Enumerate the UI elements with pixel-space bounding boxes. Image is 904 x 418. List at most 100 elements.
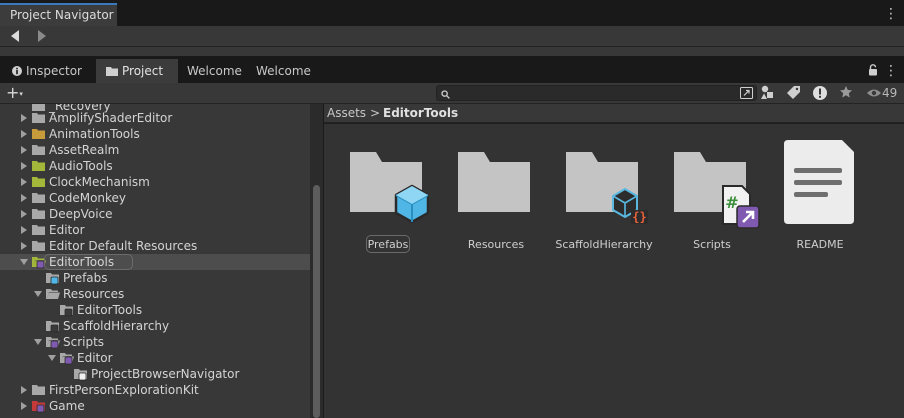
create-asset-button[interactable]: +▾ — [6, 84, 24, 102]
window-menu-icon[interactable]: ⋮ — [884, 6, 898, 22]
tree-item[interactable]: Game — [0, 398, 310, 414]
navigator-strip — [0, 47, 904, 57]
hidden-packages-eye-icon[interactable] — [866, 85, 882, 101]
tab-project[interactable]: Project — [96, 59, 178, 83]
folder-icon — [74, 369, 87, 381]
folder-icon — [32, 401, 45, 413]
project-toolbar: +▾ 49 — [0, 83, 904, 104]
search-field[interactable] — [436, 85, 757, 101]
collapsed-arrow-icon[interactable] — [20, 114, 28, 122]
filter-by-label-icon[interactable] — [786, 85, 804, 101]
collapsed-arrow-icon[interactable] — [20, 226, 28, 234]
tab-welcome-2[interactable]: Welcome — [256, 59, 320, 83]
asset-name: Resources — [467, 238, 525, 251]
hidden-packages-count: 49 — [882, 86, 898, 100]
tree-item-label: Resources — [63, 287, 125, 301]
tree-item-label: ProjectBrowserNavigator — [91, 367, 240, 381]
tree-item-label: AmplifyShaderEditor — [49, 111, 173, 125]
tree-item[interactable]: AssetRealm — [0, 142, 310, 158]
asset-grid: Prefabs Resources {} ScaffoldHierarchy # — [324, 124, 904, 418]
tree-item[interactable]: AnimationTools — [0, 126, 310, 142]
collapsed-arrow-icon[interactable] — [20, 162, 28, 170]
folder-icon — [60, 305, 73, 317]
filter-by-type-icon[interactable] — [760, 85, 778, 101]
top-tab-bar: Project Navigator ⋮ — [0, 0, 904, 26]
info-icon — [12, 65, 22, 79]
tree-scrollbar-thumb[interactable] — [313, 185, 320, 418]
folder-icon — [458, 152, 530, 212]
folder-icon — [46, 321, 59, 333]
asset-prefabs[interactable]: Prefabs — [338, 130, 438, 253]
tree-item-label: Prefabs — [63, 271, 108, 285]
tree-item-label: Editor Default Resources — [49, 239, 198, 253]
tree-item[interactable]: ScaffoldHierarchy — [0, 318, 310, 334]
folder-open-icon — [46, 337, 60, 349]
collapsed-arrow-icon[interactable] — [20, 130, 28, 138]
collapsed-arrow-icon[interactable] — [20, 194, 28, 202]
tree-item-label: FirstPersonExplorationKit — [49, 383, 199, 397]
collapsed-arrow-icon[interactable] — [20, 386, 28, 394]
tree-item[interactable]: CodeMonkey — [0, 190, 310, 206]
expanded-arrow-icon[interactable] — [34, 290, 42, 298]
lock-icon[interactable] — [868, 64, 878, 76]
tree-item[interactable]: Editor — [0, 350, 310, 366]
folder-icon — [32, 161, 45, 171]
collapsed-arrow-icon[interactable] — [20, 146, 28, 154]
tree-item[interactable]: Editor — [0, 222, 310, 238]
tree-item[interactable]: EditorTools — [0, 302, 310, 318]
tree-item-label: DeepVoice — [49, 207, 113, 221]
tree-item[interactable]: ProjectBrowserNavigator — [0, 366, 310, 382]
forward-arrow-icon[interactable] — [36, 29, 50, 43]
tree-item[interactable]: Editor Default Resources — [0, 238, 310, 254]
folder-icon — [32, 385, 45, 395]
breadcrumb-current[interactable]: EditorTools — [383, 106, 458, 120]
folder-icon — [46, 273, 59, 285]
expanded-arrow-icon[interactable] — [20, 258, 28, 266]
project-window-tabs: Inspector Project Welcome Welcome ⋮ — [0, 57, 904, 83]
breadcrumb-separator: > — [370, 106, 381, 120]
folder-open-icon — [46, 289, 60, 299]
search-picker-icon[interactable] — [740, 87, 753, 102]
expanded-arrow-icon[interactable] — [48, 354, 56, 362]
tab-welcome-2-label: Welcome — [256, 64, 311, 78]
asset-scaffoldhierarchy[interactable]: {} ScaffoldHierarchy — [554, 130, 654, 251]
cube-braces-icon: {} — [612, 188, 648, 224]
collapsed-arrow-icon[interactable] — [20, 402, 28, 410]
folder-icon — [32, 241, 45, 251]
folder-icon — [32, 129, 45, 139]
tree-item[interactable]: ClockMechanism — [0, 174, 310, 190]
tree-item[interactable]: DeepVoice — [0, 206, 310, 222]
back-arrow-icon[interactable] — [9, 29, 23, 43]
tab-inspector[interactable]: Inspector — [6, 59, 90, 83]
breadcrumb-assets[interactable]: Assets — [327, 106, 366, 120]
warning-filter-icon[interactable] — [812, 85, 830, 101]
asset-resources[interactable]: Resources — [446, 130, 546, 251]
project-window-menu-icon[interactable]: ⋮ — [884, 63, 898, 79]
asset-name: README — [796, 238, 844, 251]
collapsed-arrow-icon[interactable] — [20, 242, 28, 250]
tab-welcome-1[interactable]: Welcome — [187, 59, 251, 83]
document-lines-icon — [784, 140, 854, 224]
tree-item-label: AnimationTools — [49, 127, 140, 141]
tab-project-label: Project — [122, 64, 164, 78]
asset-readme[interactable]: README — [770, 130, 870, 251]
asset-scripts[interactable]: # Scripts — [662, 130, 762, 251]
search-icon — [441, 88, 450, 102]
favorites-star-icon[interactable] — [839, 85, 857, 101]
breadcrumb: Assets > EditorTools — [324, 104, 904, 123]
collapsed-arrow-icon[interactable] — [20, 210, 28, 218]
prefab-cube-icon — [394, 184, 430, 224]
asset-name: ScaffoldHierarchy — [555, 238, 653, 251]
tree-item[interactable]: Scripts — [0, 334, 310, 350]
tree-item[interactable]: EditorTools — [0, 254, 310, 270]
collapsed-arrow-icon[interactable] — [20, 178, 28, 186]
tree-item[interactable]: Prefabs — [0, 270, 310, 286]
folder-icon — [32, 193, 45, 203]
tree-item[interactable]: FirstPersonExplorationKit — [0, 382, 310, 398]
tree-item[interactable]: Resources — [0, 286, 310, 302]
expanded-arrow-icon[interactable] — [34, 338, 42, 346]
tree-item[interactable]: AmplifyShaderEditor — [0, 110, 310, 126]
tree-item[interactable]: AudioTools — [0, 158, 310, 174]
tab-project-navigator[interactable]: Project Navigator — [0, 3, 117, 26]
folder-icon — [32, 113, 45, 123]
